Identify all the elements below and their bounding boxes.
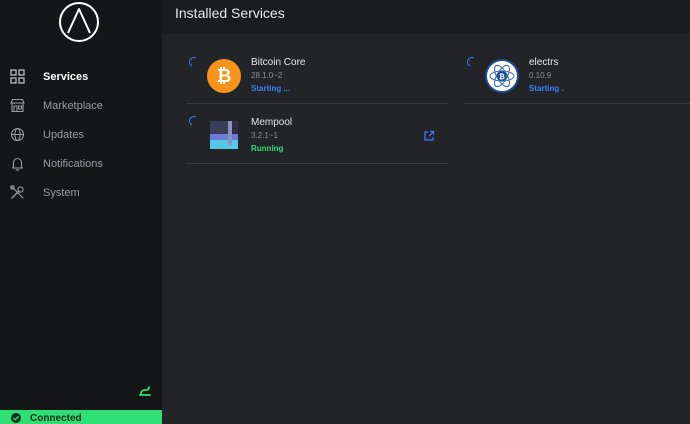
- sidebar-item-notifications[interactable]: Notifications: [0, 149, 162, 178]
- sidebar-item-label: Notifications: [43, 157, 103, 170]
- bitcoin-icon: ₿: [207, 59, 241, 93]
- service-status: Running: [251, 144, 284, 153]
- sidebar-item-label: Services: [43, 70, 89, 83]
- service-version: 28.1.0~2: [251, 71, 283, 80]
- loading-spinner-icon: [465, 55, 479, 69]
- sidebar-item-label: Marketplace: [43, 99, 103, 112]
- service-name: Bitcoin Core: [251, 57, 306, 68]
- service-name: Mempool: [251, 117, 293, 128]
- svg-text:₿: ₿: [499, 73, 505, 81]
- service-version: 0.10.9: [529, 71, 552, 80]
- loading-spinner-icon: [187, 114, 201, 128]
- service-item-bitcoin-core[interactable]: ₿ Bitcoin Core 28.1.0~2 Starting ...: [186, 44, 448, 104]
- sidebar-item-updates[interactable]: Updates: [0, 120, 162, 149]
- service-version: 3.2.1~1: [251, 131, 278, 140]
- sync-status-icon: [139, 386, 151, 396]
- service-item-mempool[interactable]: Mempool 3.2.1~1 Running: [186, 104, 448, 164]
- globe-icon: [9, 127, 25, 143]
- service-status: Starting ...: [251, 84, 291, 93]
- sidebar: Services Marketplace Updates Notificatio…: [0, 0, 162, 424]
- sidebar-nav: Services Marketplace Updates Notificatio…: [0, 62, 162, 207]
- sidebar-item-marketplace[interactable]: Marketplace: [0, 91, 162, 120]
- service-status: Starting .: [529, 84, 564, 93]
- sidebar-item-label: System: [43, 186, 80, 199]
- mempool-icon: [210, 121, 238, 149]
- connection-status-bar: Connected: [0, 410, 162, 424]
- connected-icon: [11, 413, 21, 423]
- service-name: electrs: [529, 57, 559, 68]
- connection-status-text: Connected: [30, 412, 82, 424]
- service-item-electrs[interactable]: ₿ electrs 0.10.9 Starting .: [464, 44, 690, 104]
- storefront-icon: [9, 98, 25, 114]
- grid-icon: [9, 69, 25, 85]
- sidebar-item-services[interactable]: Services: [0, 62, 162, 91]
- start9-logo-icon: [59, 2, 99, 42]
- tools-icon: [9, 185, 25, 201]
- sidebar-item-system[interactable]: System: [0, 178, 162, 207]
- electrs-icon: ₿: [485, 59, 519, 93]
- page-header: Installed Services: [162, 0, 690, 34]
- bell-icon: [9, 156, 25, 172]
- svg-text:₿: ₿: [217, 66, 232, 87]
- page-title: Installed Services: [175, 5, 285, 21]
- loading-spinner-icon: [187, 55, 201, 69]
- sidebar-item-label: Updates: [43, 128, 84, 141]
- open-external-link-icon[interactable]: [423, 130, 435, 142]
